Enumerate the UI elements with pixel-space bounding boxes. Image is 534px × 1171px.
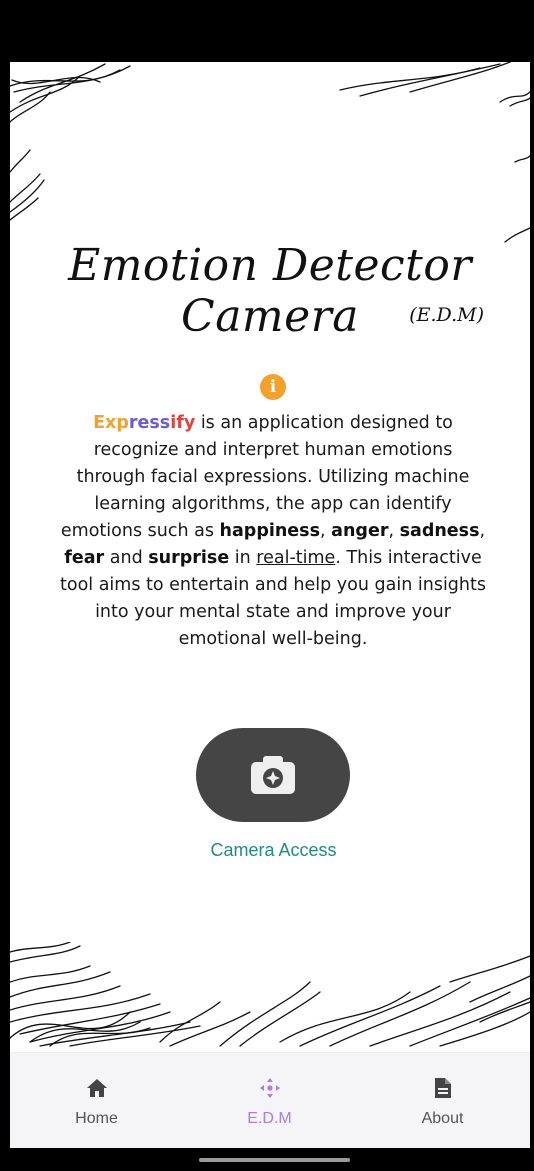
app-description: Expressify is an application designed to… bbox=[60, 413, 486, 649]
nav-label-home: Home bbox=[75, 1110, 118, 1127]
nav-item-edm[interactable]: E.D.M bbox=[183, 1053, 356, 1148]
app-screen: Emotion Detector Camera (E.D.M) i Expres… bbox=[10, 62, 530, 1148]
camera-access-label[interactable]: Camera Access bbox=[10, 840, 530, 861]
camera-icon bbox=[251, 756, 295, 794]
emotion-happiness: happiness bbox=[219, 521, 321, 541]
gesture-bar[interactable] bbox=[199, 1158, 350, 1162]
nav-label-edm: E.D.M bbox=[247, 1110, 292, 1127]
emotion-anger: anger bbox=[331, 521, 389, 541]
brand-name: Expressify bbox=[93, 413, 196, 433]
realtime-text: real-time bbox=[256, 548, 336, 568]
emotion-surprise: surprise bbox=[148, 548, 230, 568]
emotion-sadness: sadness bbox=[399, 521, 480, 541]
emotion-fear: fear bbox=[64, 548, 105, 568]
page-title: Emotion Detector Camera bbox=[68, 240, 472, 342]
nav-item-home[interactable]: Home bbox=[10, 1053, 183, 1148]
nav-item-about[interactable]: About bbox=[356, 1053, 529, 1148]
move-arrows-icon bbox=[183, 1077, 356, 1103]
info-icon: i bbox=[260, 374, 286, 400]
bottom-navigation: Home E.D.M About bbox=[10, 1052, 530, 1148]
document-icon bbox=[356, 1077, 529, 1103]
nav-label-about: About bbox=[421, 1110, 464, 1127]
camera-access-button[interactable] bbox=[196, 728, 350, 822]
home-icon bbox=[10, 1077, 183, 1103]
page-subtitle: (E.D.M) bbox=[409, 304, 484, 326]
